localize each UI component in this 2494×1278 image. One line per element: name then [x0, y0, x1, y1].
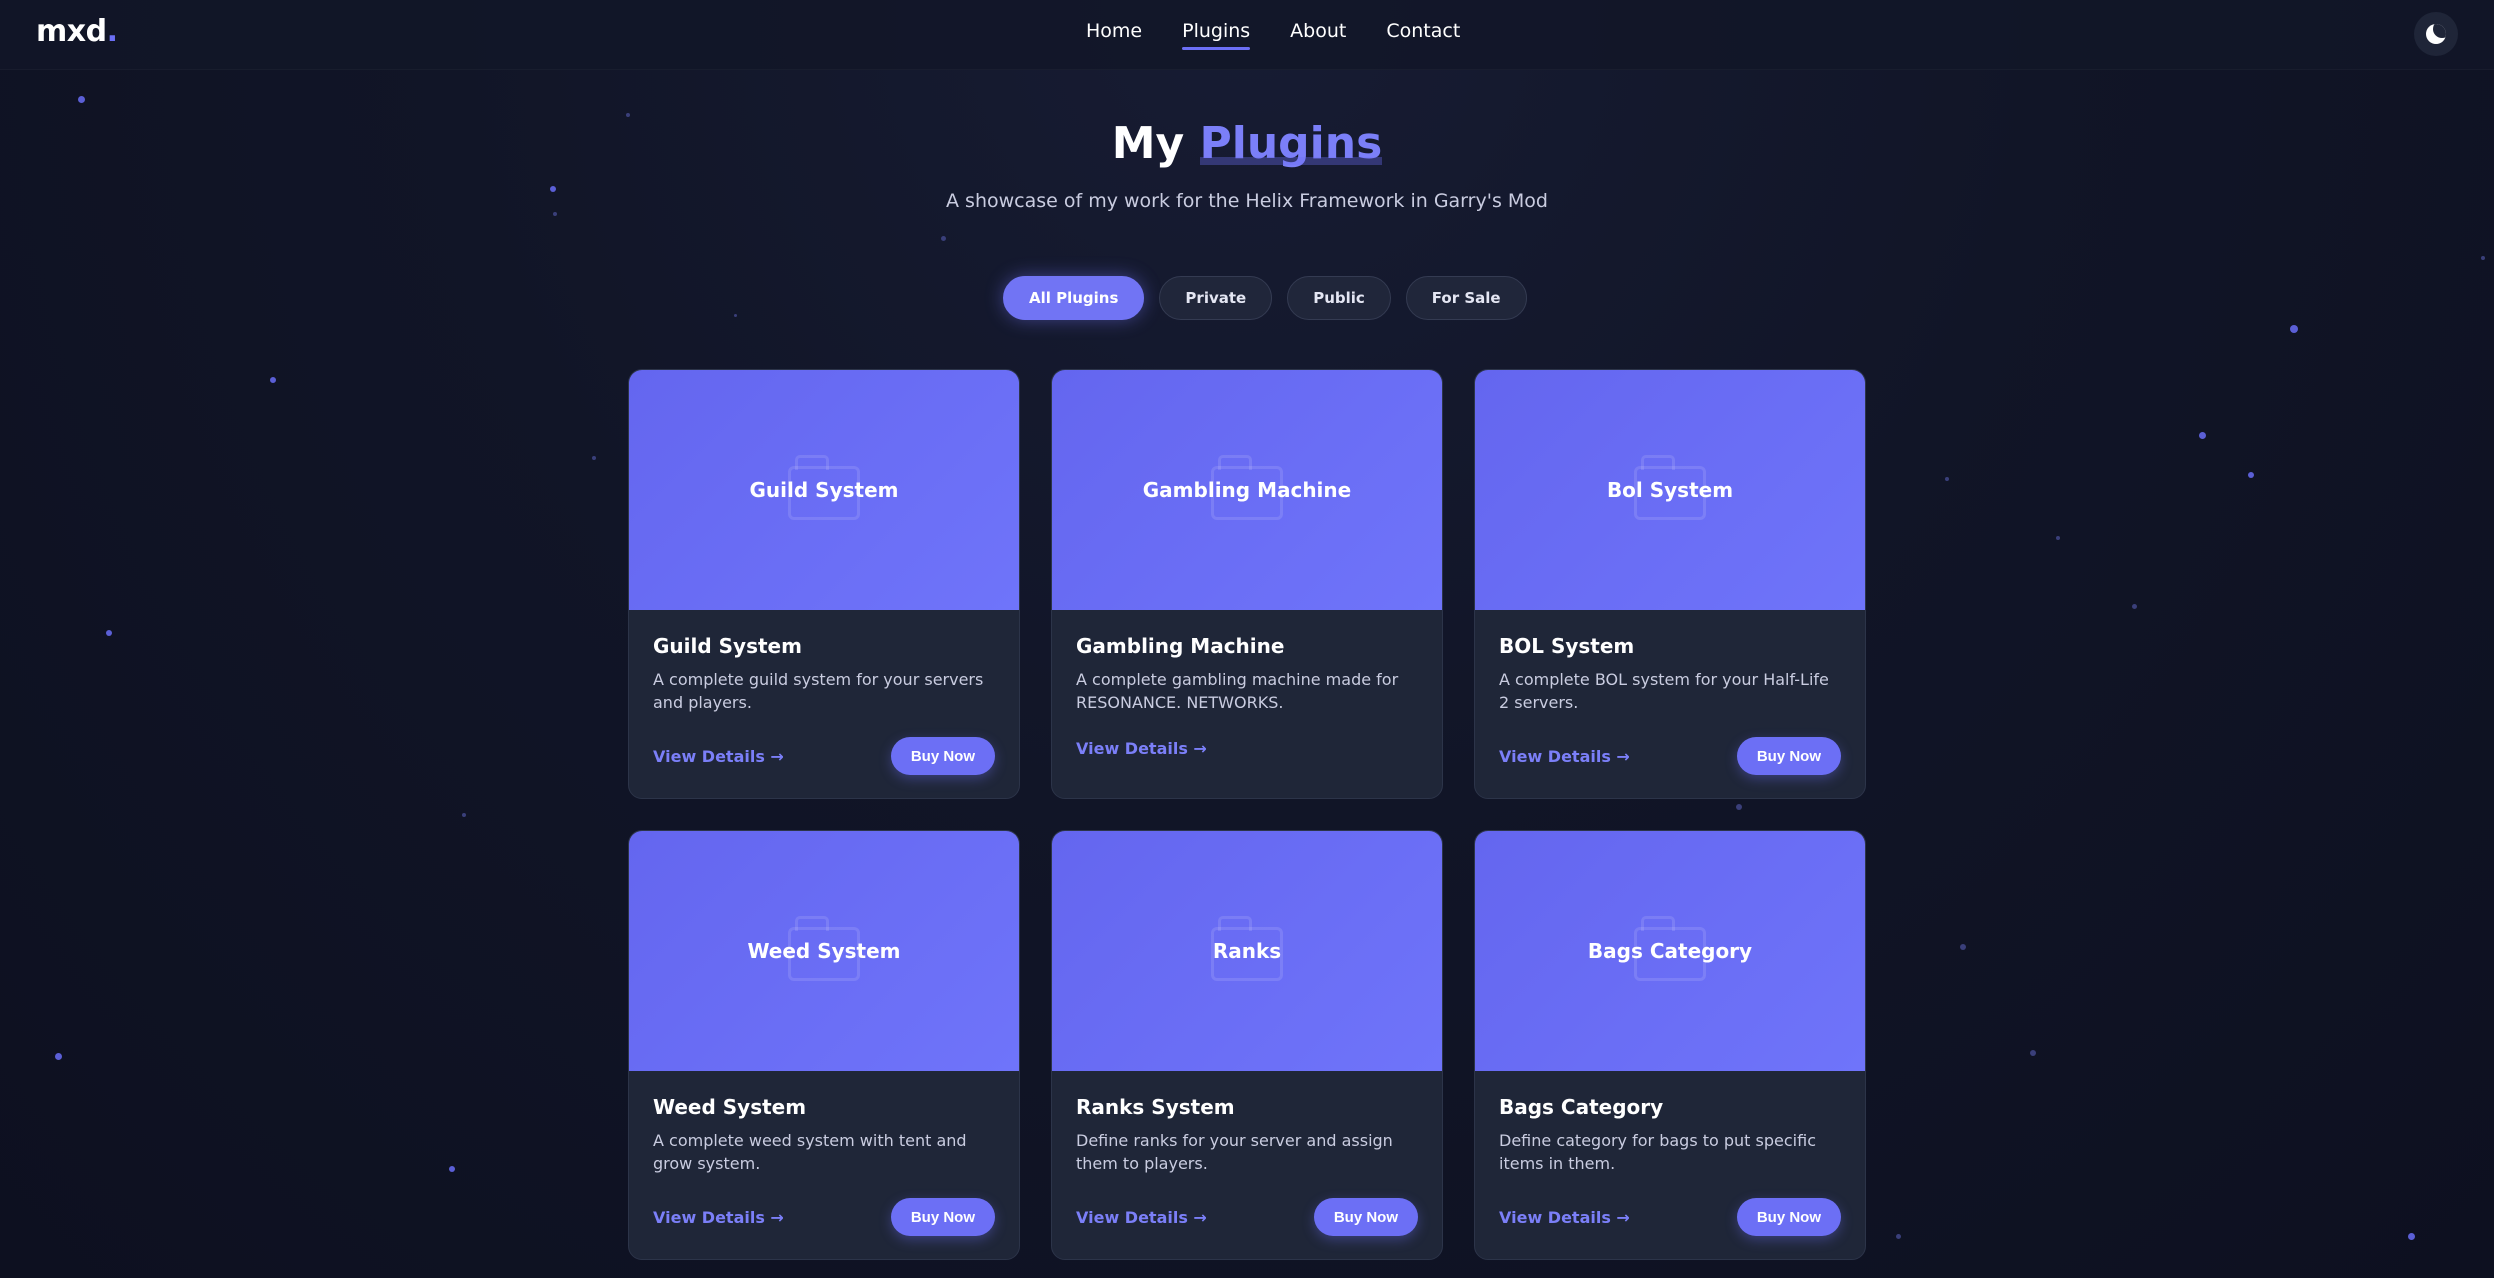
filter-public[interactable]: Public — [1287, 276, 1391, 320]
particle — [1896, 1234, 1901, 1239]
view-details-link[interactable]: View Details → — [1076, 1208, 1207, 1227]
card-banner-title: Gambling Machine — [1142, 478, 1352, 502]
page-title: My Plugins — [0, 118, 2494, 169]
card-banner[interactable]: Guild System — [629, 370, 1019, 610]
particle — [78, 96, 85, 103]
particle — [626, 113, 630, 117]
particle — [462, 813, 466, 817]
plugin-card: Guild System Guild System A complete gui… — [628, 369, 1020, 799]
particle — [1736, 804, 1742, 810]
card-title: Ranks System — [1076, 1095, 1235, 1119]
theme-toggle-button[interactable] — [2414, 12, 2458, 56]
view-details-link[interactable]: View Details → — [653, 747, 784, 766]
card-banner-title: Weed System — [747, 939, 901, 963]
filter-private[interactable]: Private — [1159, 276, 1273, 320]
particle — [941, 236, 946, 241]
particle — [1960, 944, 1966, 950]
particle — [2199, 432, 2206, 439]
card-banner[interactable]: Bol System — [1475, 370, 1865, 610]
particle — [2056, 536, 2060, 540]
card-banner-title: Guild System — [749, 478, 899, 502]
card-title: Gambling Machine — [1076, 634, 1285, 658]
particle — [2030, 1050, 2036, 1056]
card-description: Define category for bags to put specific… — [1499, 1131, 1816, 1173]
page-subtitle: A showcase of my work for the Helix Fram… — [946, 190, 1548, 212]
view-details-link[interactable]: View Details → — [653, 1208, 784, 1227]
particle — [734, 314, 737, 317]
particle — [449, 1166, 455, 1172]
particle — [592, 456, 596, 460]
particle — [106, 630, 112, 636]
filter-bar: All Plugins Private Public For Sale — [1003, 276, 1527, 320]
card-banner[interactable]: Gambling Machine — [1052, 370, 1442, 610]
main-nav: Home Plugins About Contact — [1086, 20, 1460, 50]
site-logo[interactable]: mxd. — [36, 14, 118, 49]
card-description: A complete gambling machine made for RES… — [1076, 670, 1399, 712]
buy-now-button[interactable]: Buy Now — [890, 737, 995, 775]
buy-now-button[interactable]: Buy Now — [1313, 1198, 1418, 1236]
particle — [553, 212, 557, 216]
card-description: A complete weed system with tent and gro… — [653, 1131, 967, 1173]
site-header: mxd. Home Plugins About Contact — [0, 0, 2494, 70]
logo-dot: . — [106, 14, 118, 49]
card-description: A complete guild system for your servers… — [653, 670, 984, 712]
nav-about-link[interactable]: About — [1290, 20, 1346, 50]
particle — [2408, 1233, 2415, 1240]
card-banner[interactable]: Ranks — [1052, 831, 1442, 1071]
card-description: Define ranks for your server and assign … — [1076, 1131, 1393, 1173]
view-details-link[interactable]: View Details → — [1076, 739, 1207, 758]
particle — [2132, 604, 2137, 609]
page-title-accent: Plugins — [1199, 118, 1383, 169]
particle — [1945, 477, 1949, 481]
plugin-card: Weed System Weed System A complete weed … — [628, 830, 1020, 1260]
page-title-prefix: My — [1111, 118, 1185, 169]
card-title: Weed System — [653, 1095, 807, 1119]
filter-for-sale[interactable]: For Sale — [1405, 276, 1527, 320]
nav-plugins-link[interactable]: Plugins — [1182, 20, 1251, 50]
nav-contact-link[interactable]: Contact — [1386, 20, 1460, 50]
card-banner[interactable]: Weed System — [629, 831, 1019, 1071]
buy-now-button[interactable]: Buy Now — [1736, 737, 1841, 775]
moon-icon — [2426, 24, 2446, 44]
card-banner[interactable]: Bags Category — [1475, 831, 1865, 1071]
plugin-card: Gambling Machine Gambling Machine A comp… — [1051, 369, 1443, 799]
particle — [2290, 325, 2298, 333]
view-details-link[interactable]: View Details → — [1499, 747, 1630, 766]
buy-now-button[interactable]: Buy Now — [890, 1198, 995, 1236]
plugin-card: Bags Category Bags Category Define categ… — [1474, 830, 1866, 1260]
card-title: BOL System — [1499, 634, 1635, 658]
buy-now-button[interactable]: Buy Now — [1736, 1198, 1841, 1236]
view-details-link[interactable]: View Details → — [1499, 1208, 1630, 1227]
logo-text: mxd — [36, 14, 107, 49]
particle — [2248, 472, 2254, 478]
particle — [2481, 256, 2485, 260]
card-banner-title: Bol System — [1606, 478, 1734, 502]
particle — [270, 377, 276, 383]
particle — [55, 1053, 62, 1060]
plugin-card: Ranks Ranks System Define ranks for your… — [1051, 830, 1443, 1260]
card-title: Bags Category — [1499, 1095, 1664, 1119]
nav-home-link[interactable]: Home — [1086, 20, 1142, 50]
filter-all-plugins[interactable]: All Plugins — [1003, 276, 1145, 320]
plugin-card: Bol System BOL System A complete BOL sys… — [1474, 369, 1866, 799]
card-description: A complete BOL system for your Half-Life… — [1499, 670, 1829, 712]
card-title: Guild System — [653, 634, 802, 658]
card-banner-title: Ranks — [1212, 939, 1282, 963]
card-banner-title: Bags Category — [1587, 939, 1753, 963]
